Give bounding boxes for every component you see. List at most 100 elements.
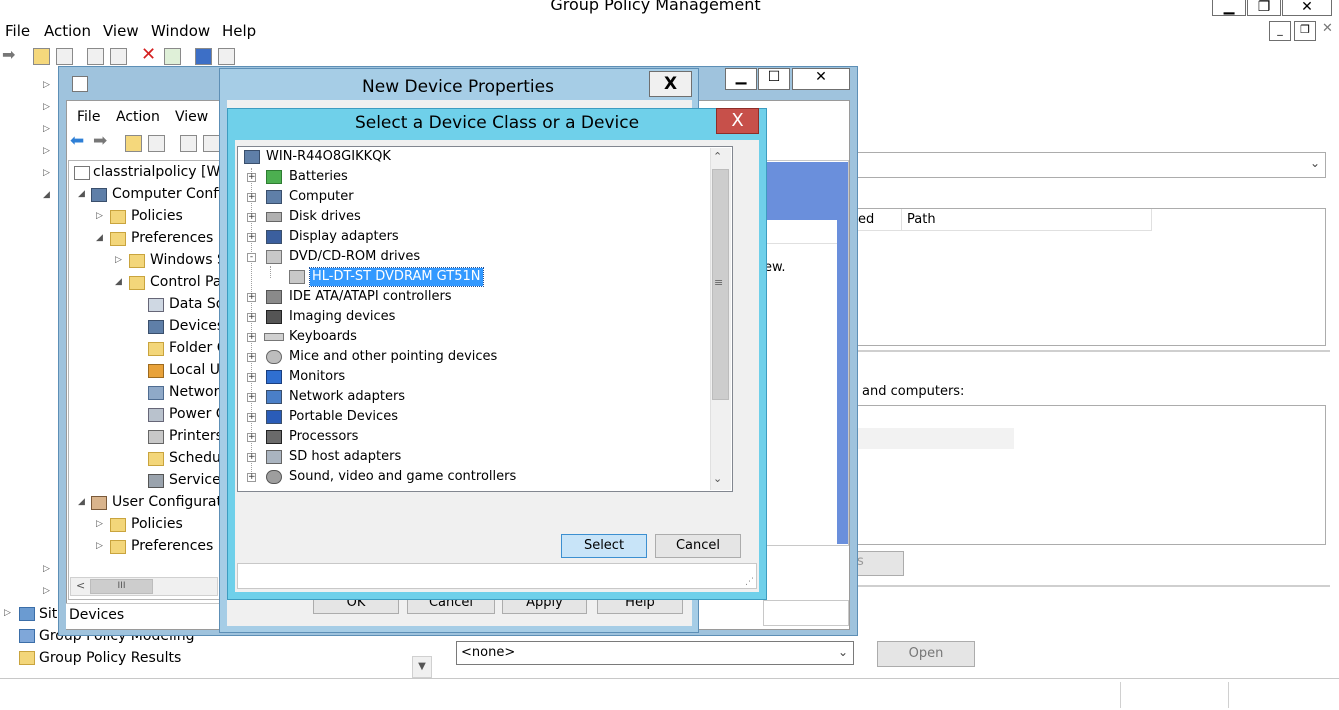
device-class-imaging[interactable]: Imaging devices	[289, 309, 395, 324]
tree-expander-icon[interactable]: ▷	[43, 80, 50, 90]
tree-expander-icon[interactable]: ▷	[4, 608, 11, 618]
paste-icon[interactable]	[203, 135, 220, 152]
menu-view[interactable]: View	[103, 22, 139, 40]
show-hide-tree-icon[interactable]	[56, 48, 73, 65]
gpme-menu-action[interactable]: Action	[116, 109, 160, 125]
properties-icon[interactable]	[218, 48, 235, 65]
menu-action[interactable]: Action	[44, 22, 91, 40]
device-class-dvd-cdrom[interactable]: DVD/CD-ROM drives	[289, 249, 420, 264]
device-tree-root[interactable]: WIN-R44O8GIKKQK	[266, 149, 391, 164]
forward-arrow-icon[interactable]: ➡	[2, 45, 15, 64]
mdi-close-icon[interactable]: ✕	[1322, 21, 1333, 36]
tree-expander-icon[interactable]: ◢	[115, 277, 122, 287]
paste-icon[interactable]	[110, 48, 127, 65]
tree-item-local-users[interactable]: Local U	[169, 362, 220, 378]
device-class-portable[interactable]: Portable Devices	[289, 409, 398, 424]
tree-item-printers[interactable]: Printers	[169, 428, 223, 444]
gpme-minimize-button[interactable]: ▁	[725, 68, 757, 90]
tree-expander-icon[interactable]: ▷	[43, 564, 50, 574]
tree-item-folder-options[interactable]: Folder C	[169, 340, 227, 356]
tree-expander-icon[interactable]: ▷	[96, 519, 103, 529]
device-class-batteries[interactable]: Batteries	[289, 169, 348, 184]
expand-icon[interactable]: +	[247, 453, 256, 462]
expand-icon[interactable]: +	[247, 333, 256, 342]
tree-item-power-options[interactable]: Power C	[169, 406, 226, 422]
device-class-computer[interactable]: Computer	[289, 189, 354, 204]
security-filter-row[interactable]	[857, 428, 1014, 449]
collapse-icon[interactable]: -	[247, 253, 256, 262]
mdi-restore-button[interactable]: ❐	[1294, 21, 1316, 41]
tree-item-network-options[interactable]: Networ	[169, 384, 219, 400]
expand-icon[interactable]: +	[247, 313, 256, 322]
tree-item-gp-results[interactable]: Group Policy Results	[39, 650, 181, 666]
device-class-network-adapters[interactable]: Network adapters	[289, 389, 405, 404]
tree-item-preferences[interactable]: Preferences	[131, 230, 213, 246]
help-icon[interactable]	[195, 48, 212, 65]
device-hl-dt-st-dvdram[interactable]: HL-DT-ST DVDRAM GT51N	[309, 267, 484, 287]
tree-expander-icon[interactable]: ▷	[43, 168, 50, 178]
back-arrow-icon[interactable]: ⬅	[70, 131, 84, 151]
tree-expander-icon[interactable]: ▷	[43, 586, 50, 596]
wmi-filter-select[interactable]	[456, 641, 854, 665]
copy-icon[interactable]	[87, 48, 104, 65]
column-header-path[interactable]: Path	[907, 212, 936, 227]
up-folder-icon[interactable]	[33, 48, 50, 65]
tree-expander-icon[interactable]: ▷	[43, 124, 50, 134]
select-button[interactable]: Select	[561, 534, 647, 558]
expand-icon[interactable]: +	[247, 173, 256, 182]
tree-item-user-config[interactable]: User Configurati	[112, 494, 226, 510]
scroll-down-icon[interactable]: ⌄	[713, 472, 722, 485]
expand-icon[interactable]: +	[247, 433, 256, 442]
up-folder-icon[interactable]	[125, 135, 142, 152]
main-maximize-button[interactable]: ❐	[1247, 0, 1281, 16]
tree-item-devices[interactable]: Devices	[169, 318, 224, 334]
tree-item-data-sources[interactable]: Data So	[169, 296, 224, 312]
device-class-ide-ata[interactable]: IDE ATA/ATAPI controllers	[289, 289, 452, 304]
open-wmi-button[interactable]: Open	[877, 641, 975, 667]
cancel-button[interactable]: Cancel	[655, 534, 741, 558]
scroll-left-icon[interactable]: <	[76, 579, 85, 592]
gpme-close-button[interactable]: ✕	[792, 68, 850, 90]
gpme-menu-view[interactable]: View	[175, 109, 208, 125]
tree-expander-icon[interactable]: ◢	[43, 190, 50, 200]
tree-item-policy-root[interactable]: classtrialpolicy [WI	[93, 164, 224, 180]
tree-expander-icon[interactable]: ▷	[43, 102, 50, 112]
tree-expander-icon[interactable]: ▷	[115, 255, 122, 265]
tree-item-windows-settings[interactable]: Windows S	[150, 252, 226, 268]
column-header-enforced[interactable]: ed	[858, 212, 874, 227]
expand-icon[interactable]: +	[247, 393, 256, 402]
menu-file[interactable]: File	[5, 22, 30, 40]
tree-item-scheduled-tasks[interactable]: Schedu	[169, 450, 221, 466]
tree-scroll-down-icon[interactable]: ▼	[412, 656, 432, 678]
expand-icon[interactable]: +	[247, 213, 256, 222]
device-class-keyboards[interactable]: Keyboards	[289, 329, 357, 344]
ndp-close-button[interactable]: X	[649, 71, 692, 97]
expand-icon[interactable]: +	[247, 473, 256, 482]
menu-help[interactable]: Help	[222, 22, 256, 40]
device-class-sound-video[interactable]: Sound, video and game controllers	[289, 469, 516, 484]
tree-expander-icon[interactable]: ◢	[78, 189, 85, 199]
show-hide-tree-icon[interactable]	[148, 135, 165, 152]
forward-arrow-icon[interactable]: ➡	[93, 131, 107, 151]
expand-icon[interactable]: +	[247, 413, 256, 422]
tree-expander-icon[interactable]: ▷	[96, 541, 103, 551]
device-class-monitors[interactable]: Monitors	[289, 369, 345, 384]
gpme-maximize-button[interactable]: ☐	[758, 68, 790, 90]
tree-item-control-panel[interactable]: Control Pa	[150, 274, 221, 290]
tree-item-user-policies[interactable]: Policies	[131, 516, 183, 532]
device-class-sd-host[interactable]: SD host adapters	[289, 449, 401, 464]
copy-icon[interactable]	[180, 135, 197, 152]
tree-expander-icon[interactable]: ▷	[43, 146, 50, 156]
main-close-button[interactable]: ✕	[1282, 0, 1332, 16]
mdi-minimize-button[interactable]: _	[1269, 21, 1291, 41]
main-minimize-button[interactable]: ▁	[1212, 0, 1246, 16]
gpme-menu-file[interactable]: File	[77, 109, 100, 125]
expand-icon[interactable]: +	[247, 193, 256, 202]
scroll-up-icon[interactable]: ⌃	[713, 150, 722, 163]
expand-icon[interactable]: +	[247, 233, 256, 242]
tree-item-computer-config[interactable]: Computer Confi	[112, 186, 222, 202]
select-dialog-close-button[interactable]: X	[716, 108, 759, 134]
device-class-mice[interactable]: Mice and other pointing devices	[289, 349, 497, 364]
expand-icon[interactable]: +	[247, 293, 256, 302]
expand-icon[interactable]: +	[247, 353, 256, 362]
